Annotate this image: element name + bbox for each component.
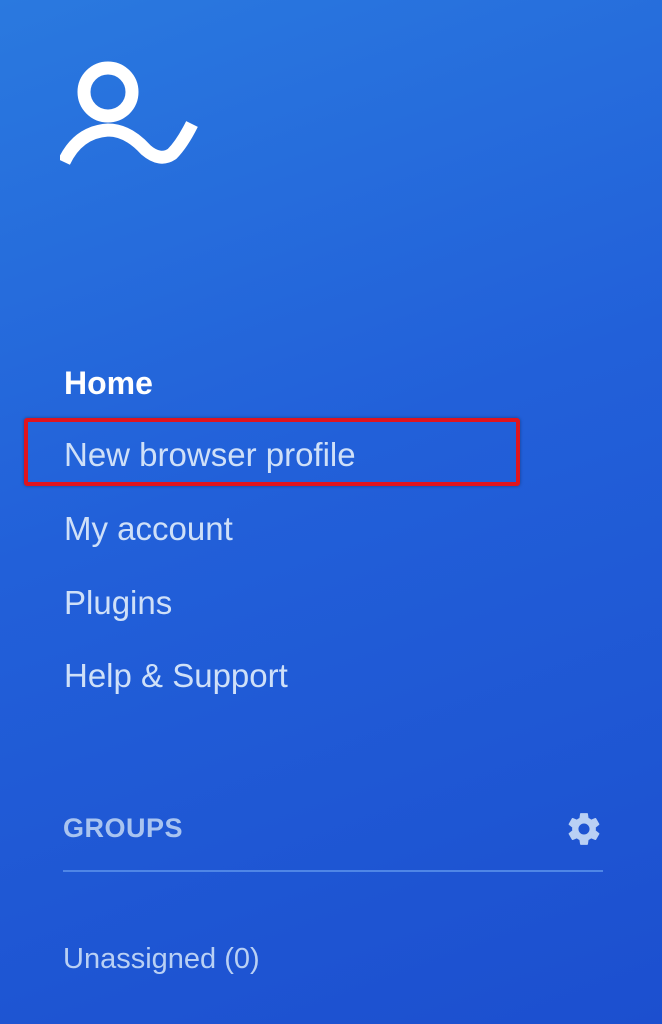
groups-title: GROUPS <box>63 813 184 843</box>
nav-item-my-account[interactable]: My account <box>64 506 233 552</box>
gear-icon[interactable] <box>565 810 603 848</box>
groups-divider <box>63 870 603 872</box>
group-item-unassigned[interactable]: Unassigned (0) <box>63 937 260 981</box>
nav-item-home[interactable]: Home <box>64 360 153 406</box>
nav-item-new-browser-profile[interactable]: New browser profile <box>64 432 356 478</box>
nav-item-plugins[interactable]: Plugins <box>64 580 172 626</box>
groups-header: GROUPS <box>63 806 603 850</box>
person-check-icon <box>60 61 198 165</box>
nav-item-help-support[interactable]: Help & Support <box>64 653 288 699</box>
sidebar: Home New browser profile My account Plug… <box>0 0 662 1024</box>
